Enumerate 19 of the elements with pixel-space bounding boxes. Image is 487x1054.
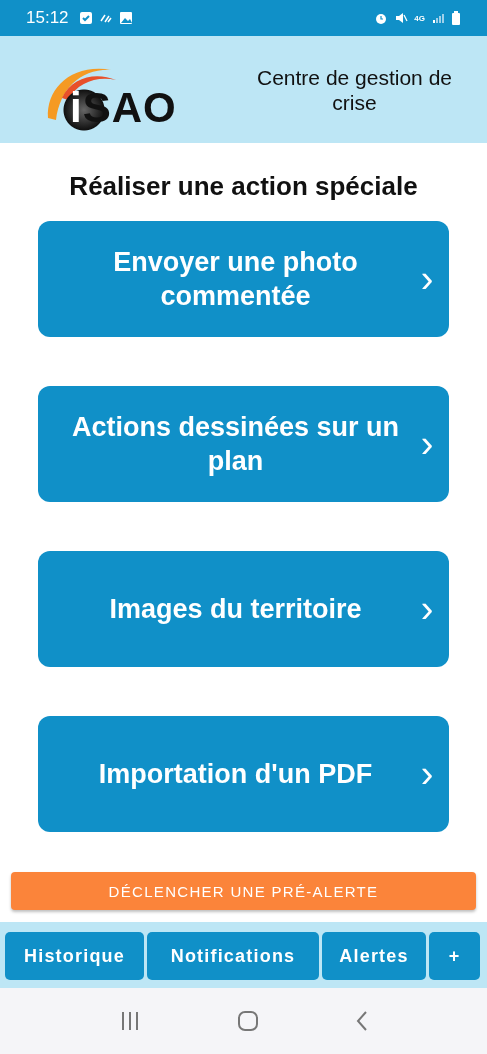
header-title: Centre de gestion de crise xyxy=(256,64,453,115)
battery-icon xyxy=(451,11,461,25)
bottom-tab[interactable]: + xyxy=(429,932,480,980)
action-button[interactable]: Envoyer une photo commentée › xyxy=(38,221,449,337)
home-icon[interactable] xyxy=(236,1010,259,1032)
signal-icon xyxy=(431,11,445,25)
image-icon xyxy=(118,11,133,25)
bottom-tab[interactable]: Alertes xyxy=(322,932,426,980)
network-label: 4G xyxy=(414,13,425,23)
pre-alert-button[interactable]: DÉCLENCHER UNE PRÉ-ALERTE xyxy=(11,872,476,910)
checkbox-icon xyxy=(78,11,93,25)
bottom-tab[interactable]: Notifications xyxy=(147,932,319,980)
status-time: 15:12 xyxy=(26,8,69,28)
page-heading: Réaliser une action spéciale xyxy=(69,171,418,202)
action-button[interactable]: Importation d'un PDF › xyxy=(38,716,449,832)
action-button[interactable]: Images du territoire › xyxy=(38,551,449,667)
alarm-icon xyxy=(374,11,389,25)
bottom-tab[interactable]: Historique xyxy=(5,932,144,980)
mute-icon xyxy=(394,11,409,25)
